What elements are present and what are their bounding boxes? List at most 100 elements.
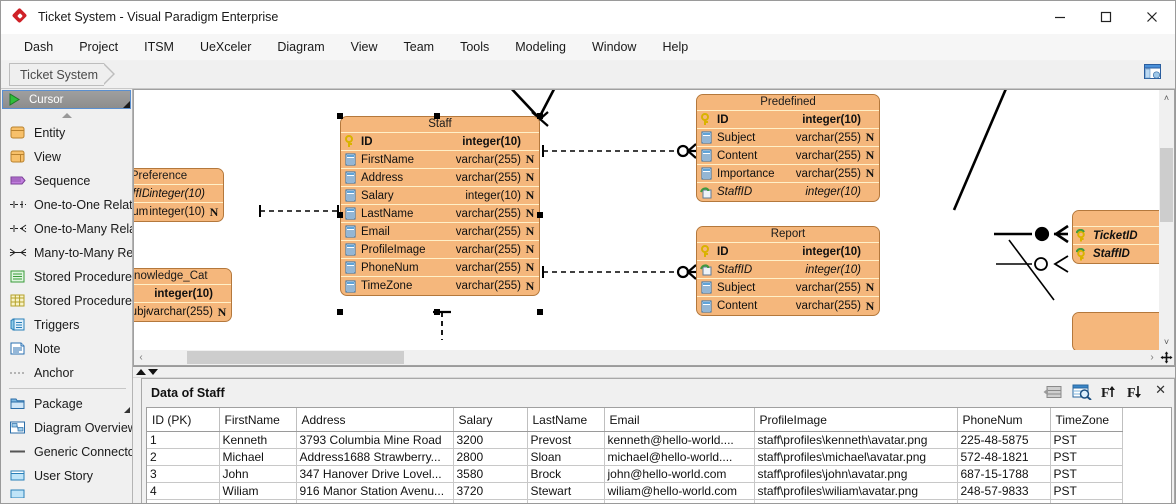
selection-handle[interactable]	[337, 212, 343, 218]
palette-item-entity[interactable]: Entity	[1, 121, 132, 145]
entity-row[interactable]: PhoneNum varchar(255) N	[341, 259, 539, 277]
entity-row[interactable]: StaffID integer(10)	[133, 185, 223, 203]
data-grid-wrapper[interactable]: ID (PK) FirstName Address Salary LastNam…	[146, 407, 1172, 503]
cell-firstname[interactable]: Michael	[219, 449, 296, 466]
cell-salary[interactable]: 2820	[453, 500, 527, 504]
entity-row[interactable]: ID integer(10)	[341, 133, 539, 151]
palette-item-stored-procedures[interactable]: Stored Procedures	[1, 265, 132, 289]
column-header-lastname[interactable]: LastName	[527, 408, 604, 432]
entity-row[interactable]: Content varchar(255) N	[697, 297, 879, 315]
menu-team[interactable]: Team	[391, 37, 448, 57]
selection-handle[interactable]	[337, 309, 343, 315]
entity-row[interactable]: StaffID i	[1073, 245, 1159, 263]
table-row[interactable]: 4 Wiliam 916 Manor Station Avenu... 3720…	[147, 483, 1122, 500]
table-row[interactable]: 5 Kyle 545 Sherman Drive Glen... 2820 Be…	[147, 500, 1122, 504]
entity-row[interactable]: Subject varchar(255) N	[697, 129, 879, 147]
window-layout-icon[interactable]	[1144, 64, 1161, 79]
menu-dash[interactable]: Dash	[11, 37, 66, 57]
entity-row[interactable]: TimeZone varchar(255) N	[341, 277, 539, 295]
palette-item-one-to-one-relationship[interactable]: One-to-One Relationship	[1, 193, 132, 217]
menu-tools[interactable]: Tools	[447, 37, 502, 57]
sort-ascending-icon[interactable]: F	[1101, 384, 1118, 402]
close-button[interactable]	[1129, 1, 1175, 33]
entity-preference[interactable]: Preference StaffID integer(10)	[133, 168, 224, 222]
column-header-address[interactable]: Address	[296, 408, 453, 432]
cell-phonenum[interactable]: 572-48-1821	[957, 449, 1050, 466]
entity-row[interactable]: Email varchar(255) N	[341, 223, 539, 241]
entity-row[interactable]: Column integer(10) N	[133, 203, 223, 221]
palette-item-one-to-many-relationship[interactable]: One-to-Many Relationship	[1, 217, 132, 241]
cell-address[interactable]: 545 Sherman Drive Glen...	[296, 500, 453, 504]
vscroll-thumb[interactable]	[1160, 148, 1173, 222]
palette-item-sequence[interactable]: Sequence	[1, 169, 132, 193]
cell-address[interactable]: Address1688 Strawberry...	[296, 449, 453, 466]
tab-ticket-system[interactable]: Ticket System	[9, 63, 104, 86]
cell-timezone[interactable]: PST	[1050, 500, 1122, 504]
table-row[interactable]: 3 John 347 Hanover Drive Lovel... 3580 B…	[147, 466, 1122, 483]
scroll-down-button[interactable]: ˅	[1159, 334, 1174, 350]
entity-row[interactable]: ProfileImage varchar(255) N	[341, 241, 539, 259]
canvas-horizontal-scrollbar[interactable]: ‹ ›	[133, 350, 1159, 366]
cell-address[interactable]: 3793 Columbia Mine Road	[296, 432, 453, 449]
palette-cursor-tool[interactable]: Cursor	[2, 90, 131, 109]
delete-row-icon[interactable]	[1043, 384, 1063, 402]
selection-handle[interactable]	[537, 113, 543, 119]
palette-item-stored-procedure-resultset[interactable]: Stored Procedure Resultset	[1, 289, 132, 313]
entity-staff[interactable]: Staff ID integer(10)	[340, 116, 540, 296]
cell-lastname[interactable]: Stewart	[527, 483, 604, 500]
menu-uexceler[interactable]: UeXceler	[187, 37, 264, 57]
menu-itsm[interactable]: ITSM	[131, 37, 187, 57]
inspect-data-icon[interactable]	[1072, 384, 1092, 402]
collapse-up-icon[interactable]	[136, 369, 146, 375]
cell-phonenum[interactable]: 448-87-2655	[957, 500, 1050, 504]
entity-row[interactable]: Subject varchar(255) N	[133, 303, 231, 321]
entity-predefined[interactable]: Predefined ID integer(10) Subject	[696, 94, 880, 202]
cell-id[interactable]: 5	[147, 500, 219, 504]
entity-row[interactable]: Address varchar(255) N	[341, 169, 539, 187]
maximize-button[interactable]	[1083, 1, 1129, 33]
column-header-salary[interactable]: Salary	[453, 408, 527, 432]
selection-handle[interactable]	[537, 212, 543, 218]
cell-timezone[interactable]: PST	[1050, 483, 1122, 500]
minimize-button[interactable]	[1037, 1, 1083, 33]
column-header-phonenum[interactable]: PhoneNum	[957, 408, 1050, 432]
menu-view[interactable]: View	[338, 37, 391, 57]
entity-row[interactable]: Importance varchar(255) N	[697, 165, 879, 183]
collapse-down-icon[interactable]	[148, 369, 158, 375]
cell-phonenum[interactable]: 248-57-9833	[957, 483, 1050, 500]
column-header-id[interactable]: ID (PK)	[147, 408, 219, 432]
selection-handle[interactable]	[537, 309, 543, 315]
palette-item-package[interactable]: Package	[1, 392, 132, 416]
cell-profileimage[interactable]: staff\profiles\michael\avatar.png	[754, 449, 957, 466]
cell-id[interactable]: 1	[147, 432, 219, 449]
palette-item-generic-connector[interactable]: Generic Connector	[1, 440, 132, 464]
menu-window[interactable]: Window	[579, 37, 649, 57]
cell-email[interactable]: michael@hello-world....	[604, 449, 754, 466]
scroll-left-button[interactable]: ‹	[134, 351, 148, 365]
entity-ticket[interactable]: Ticket_	[1072, 312, 1159, 350]
cell-firstname[interactable]: John	[219, 466, 296, 483]
cell-id[interactable]: 2	[147, 449, 219, 466]
sort-descending-icon[interactable]: F	[1127, 384, 1144, 402]
entity-row[interactable]: ID integer(10)	[697, 111, 879, 129]
cell-email[interactable]: kyle@hello-world.com	[604, 500, 754, 504]
entity-knowledge-cat[interactable]: Knowledge_Cat ID integer(10)	[133, 268, 232, 322]
cell-email[interactable]: wiliam@hello-world.com	[604, 483, 754, 500]
palette-item-many-to-many-relationship[interactable]: Many-to-Many Relationship	[1, 241, 132, 265]
column-header-profileimage[interactable]: ProfileImage	[754, 408, 957, 432]
entity-ticket-staff[interactable]: Ticket_S TicketID i StaffID i	[1072, 210, 1159, 264]
cell-lastname[interactable]: Sloan	[527, 449, 604, 466]
cell-profileimage[interactable]: staff\profiles\kyle\avatar.png	[754, 500, 957, 504]
hscroll-thumb[interactable]	[187, 351, 404, 364]
table-row[interactable]: 1 Kenneth 3793 Columbia Mine Road 3200 P…	[147, 432, 1122, 449]
cell-profileimage[interactable]: staff\profiles\john\avatar.png	[754, 466, 957, 483]
entity-row[interactable]: StaffID integer(10)	[697, 183, 879, 201]
cell-email[interactable]: kenneth@hello-world....	[604, 432, 754, 449]
entity-row[interactable]: Salary integer(10) N	[341, 187, 539, 205]
selection-handle[interactable]	[434, 309, 440, 315]
palette-item-view[interactable]: View	[1, 145, 132, 169]
scroll-right-button[interactable]: ›	[1145, 351, 1159, 365]
cell-phonenum[interactable]: 225-48-5875	[957, 432, 1050, 449]
cell-email[interactable]: john@hello-world.com	[604, 466, 754, 483]
palette-item-triggers[interactable]: Triggers	[1, 313, 132, 337]
